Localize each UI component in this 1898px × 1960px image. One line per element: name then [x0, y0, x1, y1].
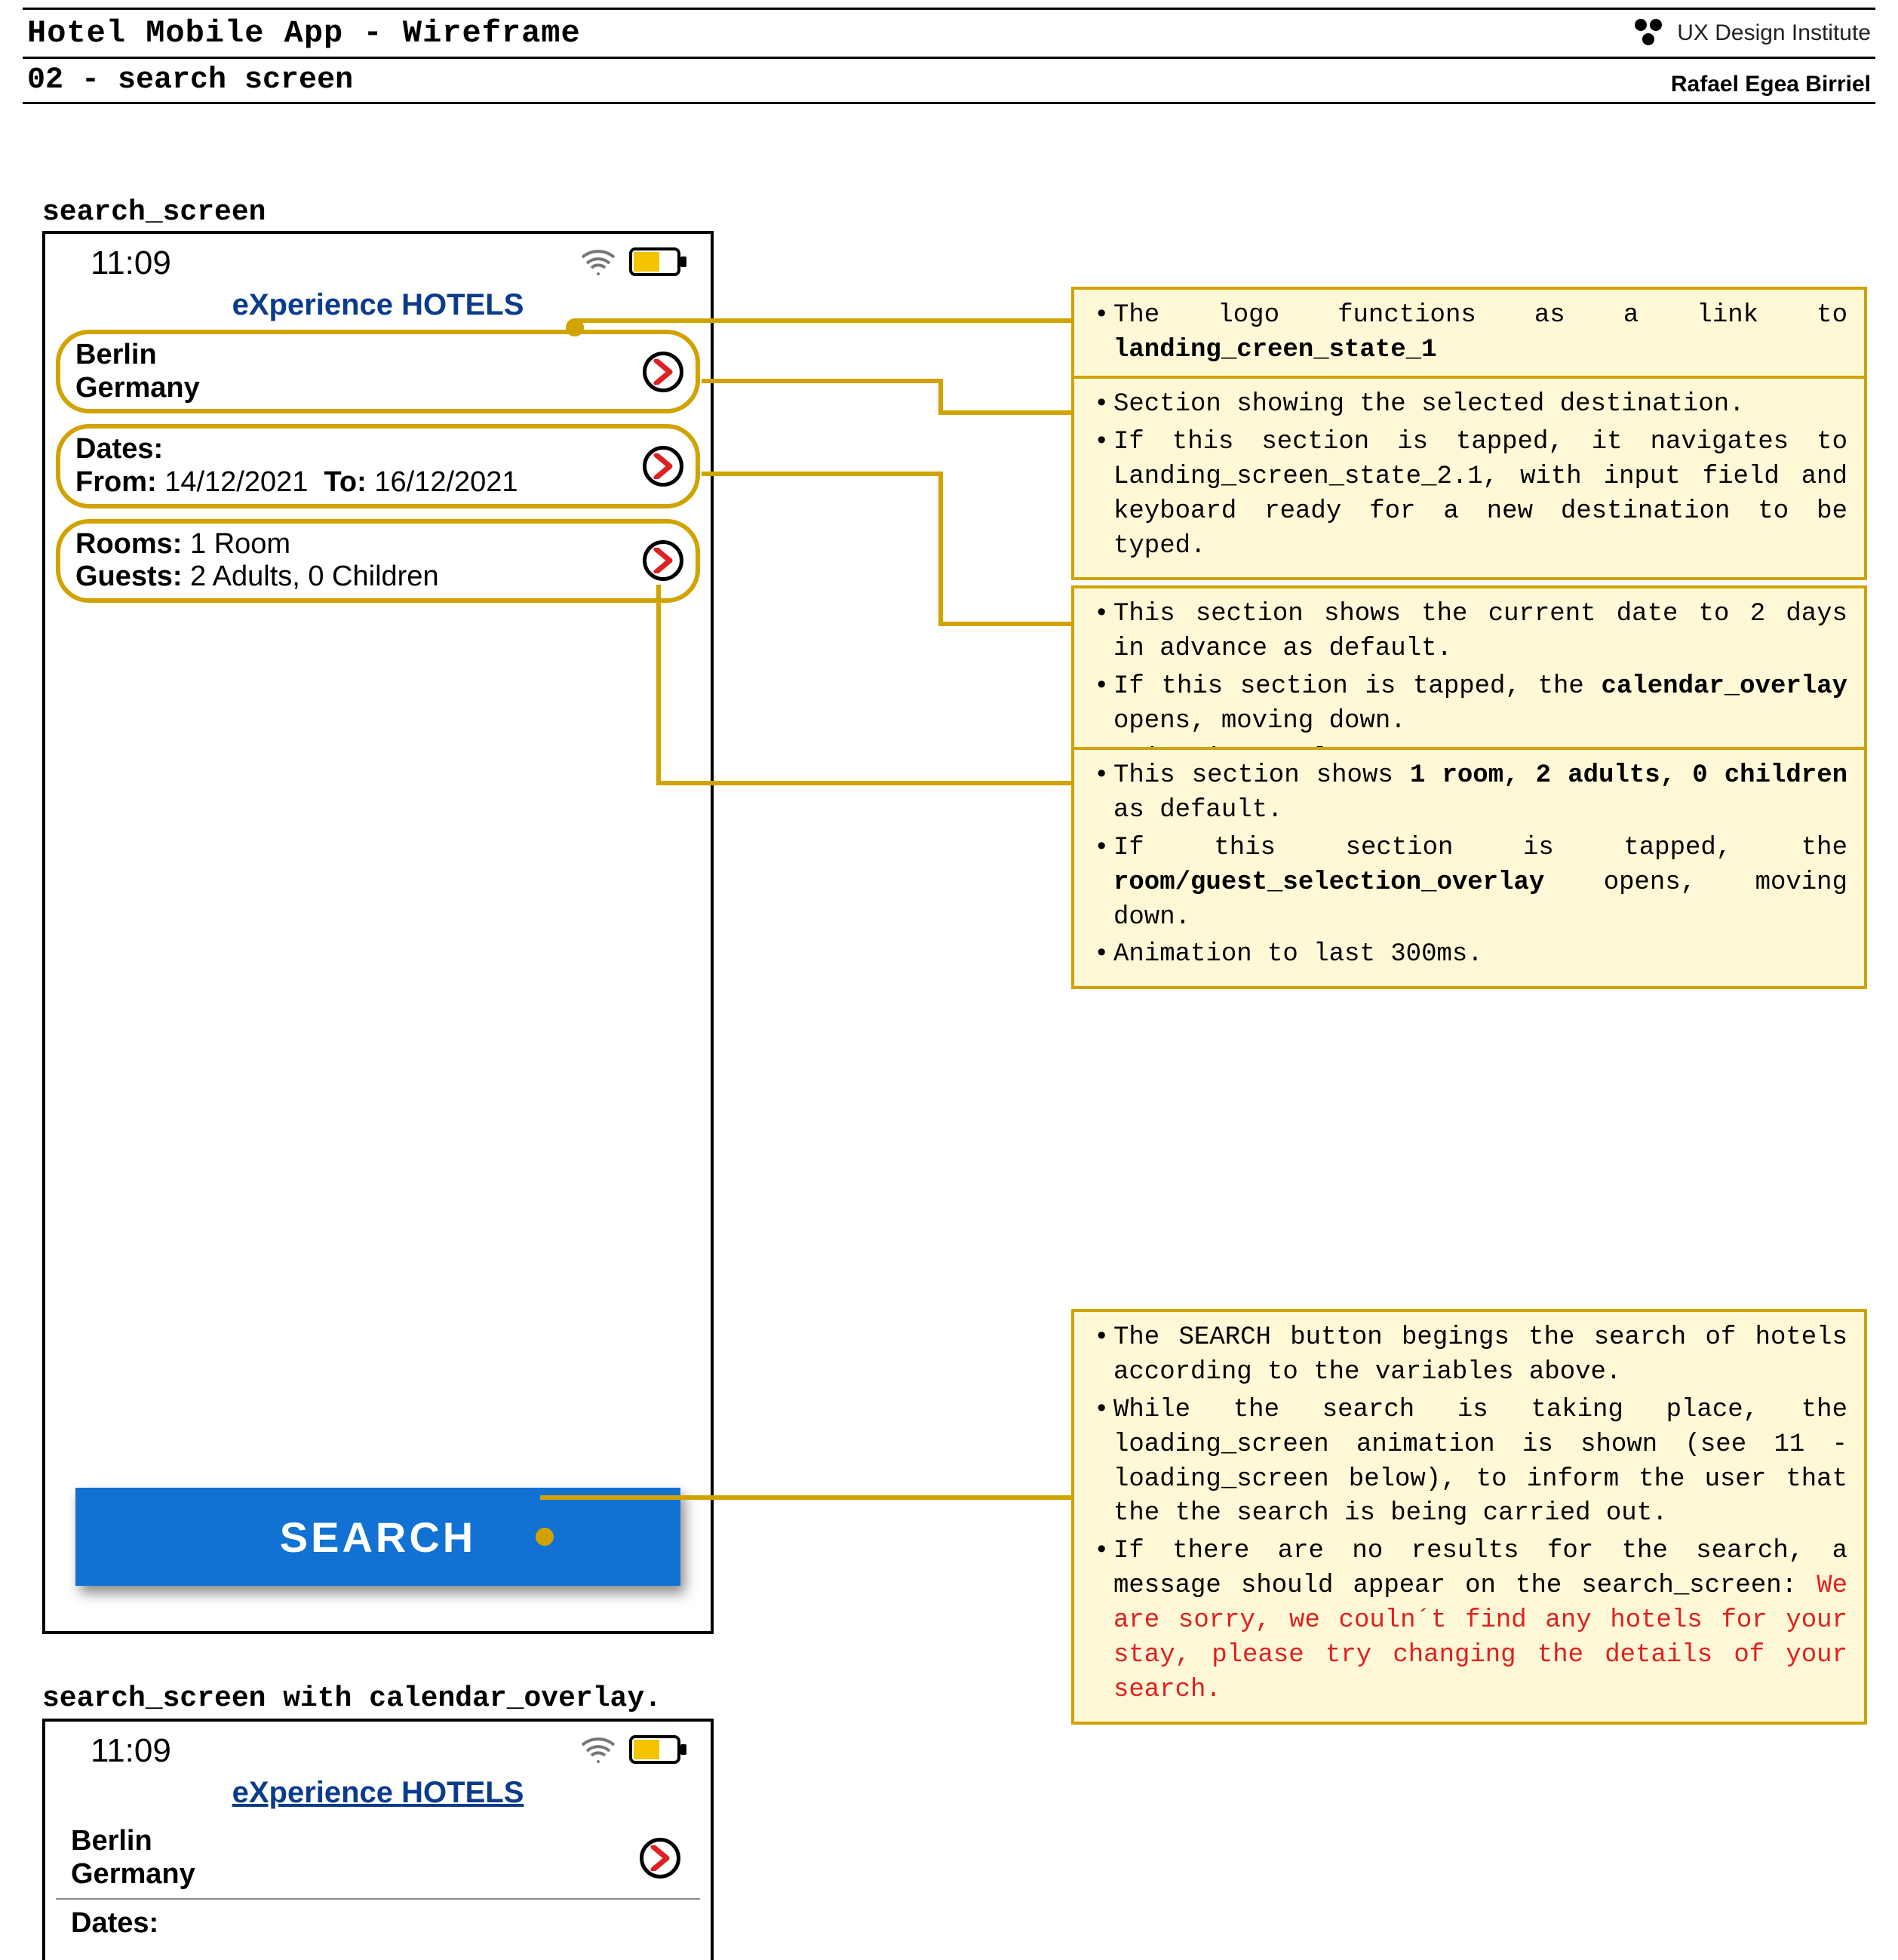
ux-logo-icon: [1632, 17, 1665, 50]
status-clock: 11:09: [91, 244, 171, 282]
rooms-value: 1 Room: [190, 528, 290, 560]
note-text: The SEARCH button begings the search of …: [1091, 1321, 1847, 1390]
chevron-right-icon: [643, 540, 683, 581]
note-destination: Section showing the selected destination…: [1071, 376, 1867, 580]
status-icons: [581, 1735, 688, 1768]
search-button[interactable]: SEARCH: [75, 1488, 680, 1586]
destination-city: Berlin: [71, 1825, 632, 1858]
status-bar: 11:09: [45, 234, 711, 285]
brand-prefix: eXperience: [232, 288, 402, 321]
guests-value: 2 Adults, 0 Children: [190, 561, 439, 592]
ux-brand: UX Design Institute: [1632, 17, 1871, 50]
connector-line: [540, 1495, 1071, 1500]
connector-line: [938, 410, 1071, 415]
note-text: If this section is tapped, the: [1113, 672, 1602, 701]
note-text: Animation to last 300ms.: [1091, 938, 1847, 972]
note-text: as default.: [1113, 796, 1282, 825]
battery-icon: [629, 1735, 688, 1768]
note-text: The logo functions as a link to: [1113, 301, 1847, 330]
guests-label: Guests:: [75, 561, 182, 592]
brand-suffix: HOTELS: [401, 1776, 524, 1809]
doc-title: Hotel Mobile App - Wireframe: [27, 15, 581, 51]
brand-prefix: eXperience: [232, 1776, 402, 1809]
connector-line: [656, 781, 1071, 785]
connector-dot-icon: [536, 1528, 554, 1546]
rooms-label: Rooms:: [75, 528, 182, 560]
brand-suffix: HOTELS: [401, 288, 524, 321]
wifi-icon: [581, 248, 616, 279]
note-text-bold: calendar_overlay: [1602, 672, 1847, 701]
chevron-right-icon: [640, 1838, 680, 1879]
phone-search-screen: 11:09 eXperience HOTELS: [42, 231, 714, 1634]
doc-header: Hotel Mobile App - Wireframe UX Design I…: [23, 8, 1875, 59]
screen-label-2: search_screen with calendar_overlay.: [42, 1682, 662, 1715]
note-text: This section shows the current date to 2…: [1091, 598, 1847, 667]
search-button-label: SEARCH: [280, 1513, 476, 1562]
destination-row[interactable]: Berlin Germany: [56, 1817, 700, 1900]
connector-line: [656, 585, 661, 781]
note-text: Section showing the selected destination…: [1091, 388, 1847, 422]
dates-from-label: From:: [75, 466, 157, 498]
status-icons: [581, 247, 688, 280]
status-clock: 11:09: [91, 1732, 171, 1770]
note-rooms: This section shows 1 room, 2 adults, 0 c…: [1071, 747, 1867, 989]
dates-pill[interactable]: Dates: From: 14/12/2021 To: 16/12/2021: [56, 424, 700, 508]
note-text: If this section is tapped, the: [1113, 834, 1847, 862]
dates-from-value: 14/12/2021: [164, 466, 308, 498]
wifi-icon: [581, 1736, 616, 1767]
app-brand-logo[interactable]: eXperience HOTELS: [45, 285, 711, 330]
note-text-bold: landing_creen_state_1: [1113, 336, 1436, 364]
ux-brand-text: UX Design Institute: [1677, 20, 1871, 46]
note-text: opens, moving down.: [1113, 707, 1406, 736]
connector-line: [938, 472, 943, 626]
rooms-pill[interactable]: Rooms: 1 Room Guests: 2 Adults, 0 Childr…: [56, 519, 700, 603]
phone-calendar-overlay: 11:09 eXperience HOTELS: [42, 1719, 714, 1960]
note-text: If there are no results for the search, …: [1113, 1537, 1847, 1600]
note-text: If this section is tapped, it navigates …: [1091, 425, 1847, 564]
dates-row[interactable]: Dates:: [56, 1900, 700, 1948]
note-text-bold: room/guest_selection_overlay: [1113, 868, 1544, 897]
app-brand-logo[interactable]: eXperience HOTELS: [45, 1773, 711, 1817]
note-text: This section shows: [1113, 761, 1410, 790]
status-bar: 11:09: [45, 1722, 711, 1773]
dates-to-label: To:: [324, 466, 367, 498]
connector-line: [938, 622, 1071, 626]
note-logo: The logo functions as a link to landing_…: [1071, 287, 1867, 385]
destination-pill[interactable]: Berlin Germany: [56, 330, 700, 413]
dates-label: Dates:: [71, 1907, 632, 1940]
dates-to-value: 16/12/2021: [374, 466, 517, 498]
chevron-right-icon: [643, 446, 683, 487]
connector-line: [702, 379, 943, 383]
destination-country: Germany: [75, 372, 628, 405]
chevron-right-icon: [643, 352, 683, 392]
note-search: The SEARCH button begings the search of …: [1071, 1309, 1867, 1725]
destination-country: Germany: [71, 1858, 632, 1891]
connector-line: [938, 379, 943, 415]
doc-subheader: 02 - search screen Rafael Egea Birriel: [23, 59, 1875, 104]
doc-subtitle: 02 - search screen: [27, 63, 353, 97]
note-text-bold: 1 room, 2 adults, 0 children: [1410, 761, 1847, 790]
screen-label-1: search_screen: [42, 196, 266, 229]
battery-icon: [629, 247, 688, 280]
dates-label: Dates:: [75, 433, 628, 466]
note-text: While the search is taking place, the lo…: [1091, 1393, 1847, 1532]
connector-line: [702, 472, 943, 476]
destination-city: Berlin: [75, 339, 628, 372]
connector-line: [573, 318, 1071, 323]
doc-author: Rafael Egea Birriel: [1671, 72, 1871, 97]
